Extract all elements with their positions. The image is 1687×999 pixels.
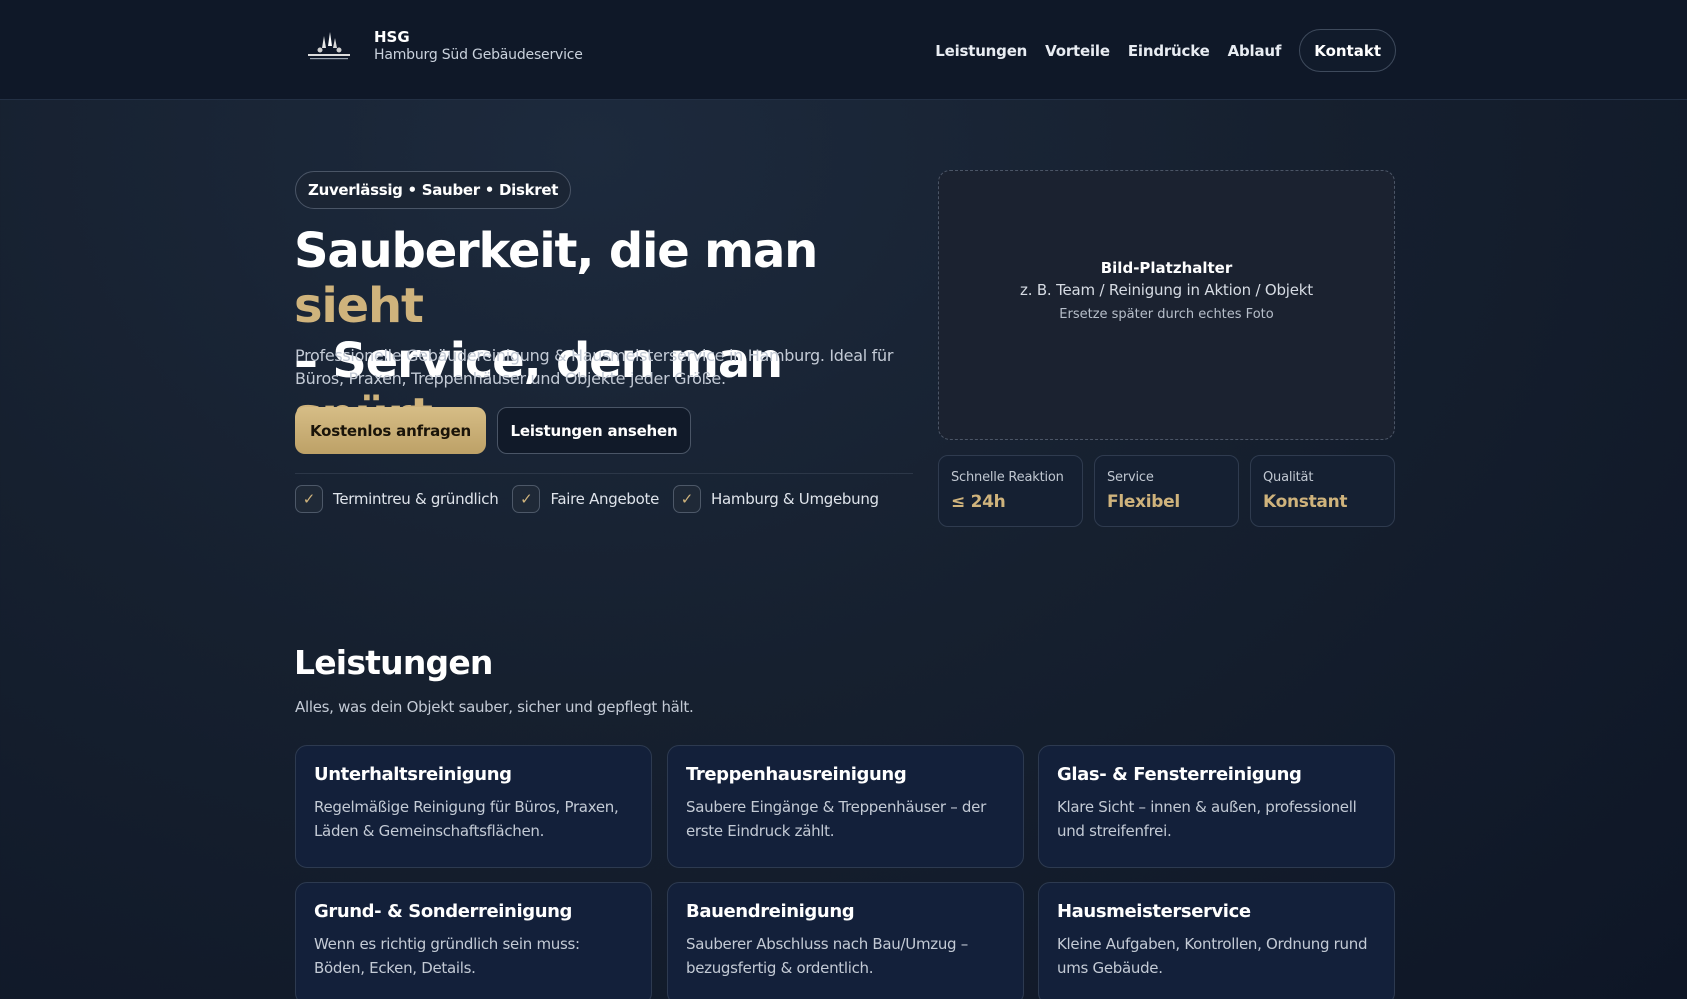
card-text: Sauberer Abschluss nach Bau/Umzug – bezu… xyxy=(686,935,968,977)
card-title: Bauendreinigung xyxy=(686,901,855,922)
stat-value: Konstant xyxy=(1263,492,1348,512)
request-quote-button[interactable]: Kostenlos anfragen xyxy=(295,407,486,454)
check-item: ✓ Hamburg & Umgebung xyxy=(673,485,879,513)
card-title: Unterhaltsreinigung xyxy=(314,764,512,785)
check-item: ✓ Faire Angebote xyxy=(512,485,659,513)
view-services-button[interactable]: Leistungen ansehen xyxy=(497,407,691,454)
service-card-treppenhausreinigung[interactable]: Treppenhausreinigung Saubere Eingänge & … xyxy=(667,745,1024,868)
brand-abbreviation: HSG xyxy=(374,28,410,46)
check-item: ✓ Termintreu & gründlich xyxy=(295,485,499,513)
stat-label: Schnelle Reaktion xyxy=(951,470,1064,485)
contact-button[interactable]: Kontakt xyxy=(1299,29,1396,72)
site-header: HSG Hamburg Süd Gebäudeservice Leistunge… xyxy=(0,0,1687,100)
check-label: Hamburg & Umgebung xyxy=(711,490,879,508)
main-nav: Leistungen Vorteile Eindrücke Ablauf Kon… xyxy=(917,29,1396,72)
card-title: Glas- & Fensterreinigung xyxy=(1057,764,1302,785)
card-title: Treppenhausreinigung xyxy=(686,764,907,785)
stat-label: Service xyxy=(1107,470,1154,485)
stat-value: ≤ 24h xyxy=(951,492,1006,512)
nav-vorteile[interactable]: Vorteile xyxy=(1045,42,1110,60)
stat-label: Qualität xyxy=(1263,470,1314,485)
checkmark-icon: ✓ xyxy=(295,485,323,513)
service-card-unterhaltsreinigung[interactable]: Unterhaltsreinigung Regelmäßige Reinigun… xyxy=(295,745,652,868)
stat-card-reaction: Schnelle Reaktion ≤ 24h xyxy=(938,455,1083,527)
hero-divider xyxy=(295,473,913,474)
nav-ablauf[interactable]: Ablauf xyxy=(1228,42,1282,60)
placeholder-note: Ersetze später durch echtes Foto xyxy=(1059,306,1274,322)
stats-row: Schnelle Reaktion ≤ 24h Service Flexibel… xyxy=(938,455,1395,527)
card-text: Klare Sicht – innen & außen, professione… xyxy=(1057,798,1357,840)
checkmark-icon: ✓ xyxy=(673,485,702,513)
service-card-fensterreinigung[interactable]: Glas- & Fensterreinigung Klare Sicht – i… xyxy=(1038,745,1395,868)
services-subtitle: Alles, was dein Objekt sauber, sicher un… xyxy=(295,698,694,716)
placeholder-subtitle: z. B. Team / Reinigung in Aktion / Objek… xyxy=(1020,280,1313,299)
card-title: Grund- & Sonderreinigung xyxy=(314,901,573,922)
brand-name: Hamburg Süd Gebäudeservice xyxy=(374,47,583,63)
hero-lead: Professionelle Gebäudereinigung & Hausme… xyxy=(295,346,894,388)
brand[interactable]: HSG Hamburg Süd Gebäudeservice xyxy=(302,26,583,66)
headline-highlight-1: sieht xyxy=(294,278,424,334)
headline-text-1: Sauberkeit, die man xyxy=(294,223,818,279)
service-card-hausmeisterservice[interactable]: Hausmeisterservice Kleine Aufgaben, Kont… xyxy=(1038,882,1395,999)
image-placeholder: Bild-Platzhalter z. B. Team / Reinigung … xyxy=(938,170,1395,440)
placeholder-title: Bild-Platzhalter xyxy=(1100,258,1233,277)
nav-eindruecke[interactable]: Eindrücke xyxy=(1128,42,1210,60)
company-logo xyxy=(302,26,356,66)
hero-badge: Zuverlässig • Sauber • Diskret xyxy=(295,171,572,209)
card-text: Kleine Aufgaben, Kontrollen, Ordnung run… xyxy=(1057,935,1368,977)
brand-text: HSG Hamburg Süd Gebäudeservice xyxy=(374,28,583,64)
hero-checklist: ✓ Termintreu & gründlich ✓ Faire Angebot… xyxy=(295,485,893,513)
service-card-sonderreinigung[interactable]: Grund- & Sonderreinigung Wenn es richtig… xyxy=(295,882,652,999)
card-text: Saubere Eingänge & Treppenhäuser – der e… xyxy=(686,798,986,840)
service-card-bauendreinigung[interactable]: Bauendreinigung Sauberer Abschluss nach … xyxy=(667,882,1024,999)
stat-card-service: Service Flexibel xyxy=(1094,455,1239,527)
card-text: Wenn es richtig gründlich sein muss: Böd… xyxy=(314,935,580,977)
nav-leistungen[interactable]: Leistungen xyxy=(935,42,1027,60)
check-label: Faire Angebote xyxy=(550,490,660,508)
stat-value: Flexibel xyxy=(1107,492,1180,512)
services-title: Leistungen xyxy=(294,643,493,682)
stat-card-quality: Qualität Konstant xyxy=(1250,455,1395,527)
checkmark-icon: ✓ xyxy=(512,485,541,513)
card-text: Regelmäßige Reinigung für Büros, Praxen,… xyxy=(314,798,619,840)
check-label: Termintreu & gründlich xyxy=(333,490,499,508)
card-title: Hausmeisterservice xyxy=(1057,901,1251,922)
